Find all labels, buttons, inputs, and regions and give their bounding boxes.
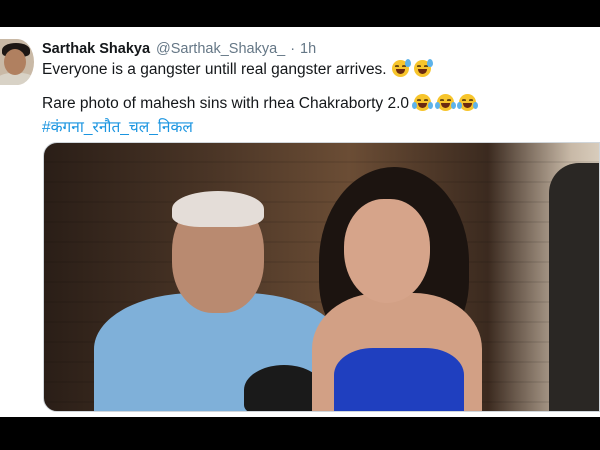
separator-dot: · — [290, 41, 296, 57]
top-black-bar — [0, 0, 600, 27]
tweet-text-2: Rare photo of mahesh sins with rhea Chak… — [42, 95, 410, 112]
bottom-black-bar — [0, 417, 600, 450]
photo-man-hair — [172, 191, 264, 227]
grinning-squinting-sweat-emoji-icon — [391, 59, 411, 77]
tweet-header: Sarthak Shakya @Sarthak_Shakya_ · 1h — [42, 39, 316, 59]
tears-of-joy-emoji-icon — [412, 94, 434, 111]
tweet-text-1: Everyone is a gangster untill real gangs… — [42, 61, 387, 78]
hashtag-link[interactable]: #कंगना_रनौत_चल_निकल — [42, 115, 193, 137]
user-handle[interactable]: @Sarthak_Shakya_ — [156, 41, 285, 57]
tears-of-joy-emoji-icon — [456, 94, 478, 111]
photo-blue-dress — [334, 348, 464, 411]
grinning-sweat-emoji-icon — [414, 59, 434, 77]
tweet-timestamp[interactable]: 1h — [300, 41, 316, 57]
display-name[interactable]: Sarthak Shakya — [42, 41, 150, 57]
tweet-card[interactable]: Sarthak Shakya @Sarthak_Shakya_ · 1h Eve… — [0, 27, 600, 417]
tweet-text-line-1: Everyone is a gangster untill real gangs… — [42, 59, 434, 79]
photo-woman-face — [344, 199, 430, 303]
photo-background-person — [549, 163, 599, 411]
tweet-photo[interactable] — [43, 142, 600, 412]
avatar[interactable] — [0, 39, 34, 85]
tweet-text-line-2: Rare photo of mahesh sins with rhea Chak… — [42, 94, 478, 113]
tears-of-joy-emoji-icon — [434, 94, 456, 111]
